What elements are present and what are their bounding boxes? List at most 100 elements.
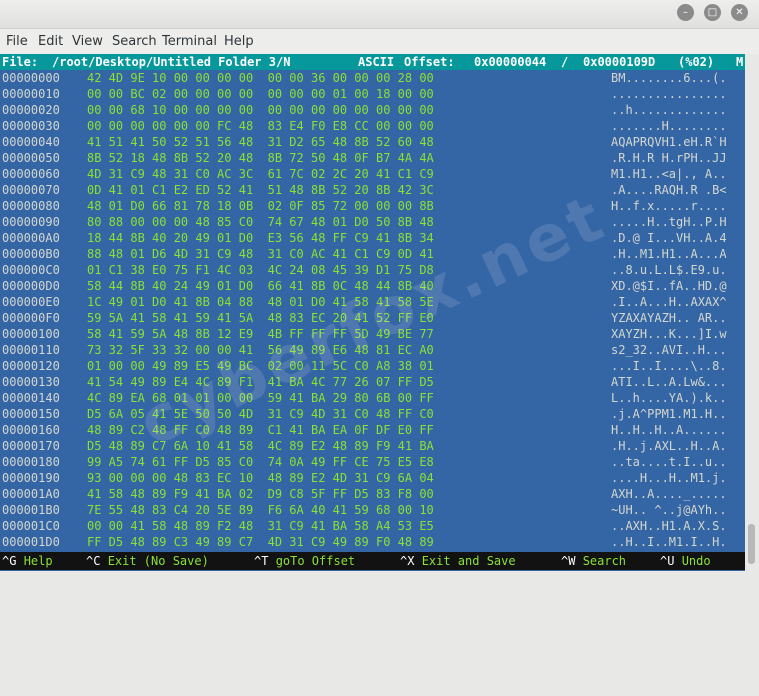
hex-row[interactable]: 00000040 41 51 41 50 52 51 56 48 31 D2 65… <box>0 134 745 150</box>
hex-row[interactable]: 000000D0 58 44 8B 40 24 49 01 D0 66 41 8B… <box>0 278 745 294</box>
hex-row-ascii: XAYZH...K...]I.w <box>611 327 727 341</box>
hex-row-addr: 00000020 <box>2 103 60 117</box>
shortcut-search[interactable]: ^W Search <box>561 552 626 570</box>
hex-row[interactable]: 000000A0 18 44 8B 40 20 49 01 D0 E3 56 48… <box>0 230 745 246</box>
hex-row-hex: 80 88 00 00 00 48 85 C0 74 67 48 01 D0 5… <box>87 215 434 229</box>
shortcut-undo[interactable]: ^U Undo <box>660 552 711 570</box>
minimize-icon[interactable]: – <box>677 4 694 21</box>
hex-row-addr: 00000030 <box>2 119 60 133</box>
terminal-area[interactable]: File: /root/Desktop/Untitled Folder 3/N AS… <box>0 54 745 571</box>
hex-row-hex: 18 44 8B 40 20 49 01 D0 E3 56 48 FF C9 4… <box>87 231 434 245</box>
status-mode: ASCII <box>358 55 395 69</box>
hex-row-ascii: .j.A^PPM1.M1.H.. <box>611 407 727 421</box>
menu-terminal[interactable]: Terminal <box>162 34 217 49</box>
hex-row[interactable]: 000001D0 FF D5 48 89 C3 49 89 C7 4D 31 C9… <box>0 534 745 550</box>
hex-row[interactable]: 00000090 80 88 00 00 00 48 85 C0 74 67 48… <box>0 214 745 230</box>
hex-row-addr: 00000140 <box>2 391 60 405</box>
hex-row-hex: 00 00 41 58 48 89 F2 48 31 C9 41 BA 58 A… <box>87 519 434 533</box>
menu-edit[interactable]: Edit <box>38 34 63 49</box>
status-file-path: /root/Desktop/Untitled Folder 3/N <box>52 55 291 69</box>
menu-view[interactable]: View <box>72 34 103 49</box>
hex-row[interactable]: 00000050 8B 52 18 48 8B 52 20 48 8B 72 50… <box>0 150 745 166</box>
hex-row[interactable]: 00000180 99 A5 74 61 FF D5 85 C0 74 0A 49… <box>0 454 745 470</box>
shortcut-help[interactable]: ^G Help <box>2 552 53 570</box>
hex-row-addr: 00000130 <box>2 375 60 389</box>
hex-row-addr: 00000150 <box>2 407 60 421</box>
scroll-thumb[interactable] <box>748 524 755 564</box>
hex-row[interactable]: 00000100 58 41 59 5A 48 8B 12 E9 4B FF FF… <box>0 326 745 342</box>
hex-row-addr: 000001A0 <box>2 487 60 501</box>
hex-row-ascii: .....H..tgH..P.H <box>611 215 727 229</box>
hex-row[interactable]: 00000160 48 89 C2 48 FF C0 48 89 C1 41 BA… <box>0 422 745 438</box>
close-icon[interactable]: ✕ <box>731 4 748 21</box>
hex-row-ascii: .H..M1.H1..A...A <box>611 247 727 261</box>
hex-row-ascii: YZAXAYAZH.. AR.. <box>611 311 727 325</box>
hex-row-addr: 00000120 <box>2 359 60 373</box>
hex-row-addr: 00000080 <box>2 199 60 213</box>
status-offset: 0x00000044 <box>474 55 547 69</box>
hex-row-ascii: L..h....YA.).k.. <box>611 391 727 405</box>
hex-row[interactable]: 00000170 D5 48 89 C7 6A 10 41 58 4C 89 E2… <box>0 438 745 454</box>
scrollbar[interactable] <box>745 54 759 571</box>
hex-row-ascii: ................ <box>611 87 727 101</box>
hex-row-addr: 00000060 <box>2 167 60 181</box>
hex-row-addr: 000001C0 <box>2 519 60 533</box>
hex-row[interactable]: 000000C0 01 C1 38 E0 75 F1 4C 03 4C 24 08… <box>0 262 745 278</box>
hex-row[interactable]: 00000070 0D 41 01 C1 E2 ED 52 41 51 48 8B… <box>0 182 745 198</box>
hex-row[interactable]: 00000000 42 4D 9E 10 00 00 00 00 00 00 36… <box>0 70 745 86</box>
window-titlebar[interactable]: – □ ✕ <box>0 0 759 29</box>
hex-row-addr: 00000170 <box>2 439 60 453</box>
hex-row-addr: 00000040 <box>2 135 60 149</box>
maximize-icon[interactable]: □ <box>704 4 721 21</box>
hex-row[interactable]: 000001C0 00 00 41 58 48 89 F2 48 31 C9 41… <box>0 518 745 534</box>
hex-row-addr: 000000B0 <box>2 247 60 261</box>
hex-row-addr: 000000A0 <box>2 231 60 245</box>
status-size: 0x0000109D <box>583 55 656 69</box>
shortcut-goto-offset[interactable]: ^T goTo Offset <box>254 552 355 570</box>
hex-row-ascii: AXH..A...._..... <box>611 487 727 501</box>
status-percent: (%02) <box>678 55 715 69</box>
hex-row[interactable]: 00000190 93 00 00 00 48 83 EC 10 48 89 E2… <box>0 470 745 486</box>
hex-row[interactable]: 00000120 01 00 00 49 89 E5 49 BC 02 00 11… <box>0 358 745 374</box>
hex-row-ascii: ..h............. <box>611 103 727 117</box>
shortcut-exit-and-save[interactable]: ^X Exit and Save <box>400 552 516 570</box>
hex-row[interactable]: 000001A0 41 58 48 89 F9 41 BA 02 D9 C8 5F… <box>0 486 745 502</box>
hex-row[interactable]: 00000010 00 00 BC 02 00 00 00 00 00 00 00… <box>0 86 745 102</box>
hex-row[interactable]: 000000F0 59 5A 41 58 41 59 41 5A 48 83 EC… <box>0 310 745 326</box>
hex-row-hex: 0D 41 01 C1 E2 ED 52 41 51 48 8B 52 20 8… <box>87 183 434 197</box>
hex-row[interactable]: 000000B0 88 48 01 D6 4D 31 C9 48 31 C0 AC… <box>0 246 745 262</box>
hex-row-hex: 1C 49 01 D0 41 8B 04 88 48 01 D0 41 58 4… <box>87 295 434 309</box>
hex-row[interactable]: 000001B0 7E 55 48 83 C4 20 5E 89 F6 6A 40… <box>0 502 745 518</box>
shortcut-exit-no-save[interactable]: ^C Exit (No Save) <box>86 552 209 570</box>
hex-row-ascii: ...I..I....\..8. <box>611 359 727 373</box>
hex-row-addr: 00000090 <box>2 215 60 229</box>
hex-row-addr: 00000010 <box>2 87 60 101</box>
status-offset-label: Offset: <box>404 55 455 69</box>
hex-row-ascii: .H..j.AXL..H..A. <box>611 439 727 453</box>
hex-row[interactable]: 00000110 73 32 5F 33 32 00 00 41 56 49 89… <box>0 342 745 358</box>
status-line: File: /root/Desktop/Untitled Folder 3/N AS… <box>0 54 745 70</box>
hex-row-addr: 00000160 <box>2 423 60 437</box>
menu-search[interactable]: Search <box>112 34 157 49</box>
hex-row[interactable]: 00000150 D5 6A 05 41 5E 50 50 4D 31 C9 4D… <box>0 406 745 422</box>
hex-row-ascii: XD.@$I..fA..HD.@ <box>611 279 727 293</box>
hex-row[interactable]: 00000140 4C 89 EA 68 01 01 00 00 59 41 BA… <box>0 390 745 406</box>
hex-row-hex: 00 00 68 10 00 00 00 00 00 00 00 00 00 0… <box>87 103 434 117</box>
hex-row-hex: 41 58 48 89 F9 41 BA 02 D9 C8 5F FF D5 8… <box>87 487 434 501</box>
hex-row[interactable]: 00000020 00 00 68 10 00 00 00 00 00 00 00… <box>0 102 745 118</box>
hex-row-addr: 000000C0 <box>2 263 60 277</box>
hex-row[interactable]: 00000130 41 54 49 89 E4 4C 89 F1 41 BA 4C… <box>0 374 745 390</box>
hex-row-addr: 000001B0 <box>2 503 60 517</box>
hex-row-ascii: ~UH.. ^..j@AYh.. <box>611 503 727 517</box>
hex-row-hex: D5 48 89 C7 6A 10 41 58 4C 89 E2 48 89 F… <box>87 439 434 453</box>
hex-row[interactable]: 00000030 00 00 00 00 00 00 FC 48 83 E4 F0… <box>0 118 745 134</box>
hex-row[interactable]: 00000060 4D 31 C9 48 31 C0 AC 3C 61 7C 02… <box>0 166 745 182</box>
hex-row-ascii: ..ta....t.I..u.. <box>611 455 727 469</box>
menu-file[interactable]: File <box>6 34 28 49</box>
hex-row-hex: 88 48 01 D6 4D 31 C9 48 31 C0 AC 41 C1 C… <box>87 247 434 261</box>
hex-row[interactable]: 00000080 48 01 D0 66 81 78 18 0B 02 0F 85… <box>0 198 745 214</box>
hex-row[interactable]: 000000E0 1C 49 01 D0 41 8B 04 88 48 01 D0… <box>0 294 745 310</box>
menu-help[interactable]: Help <box>224 34 254 49</box>
hex-row-hex: 4C 89 EA 68 01 01 00 00 59 41 BA 29 80 6… <box>87 391 434 405</box>
hex-row-ascii: H..H..H..A...... <box>611 423 727 437</box>
